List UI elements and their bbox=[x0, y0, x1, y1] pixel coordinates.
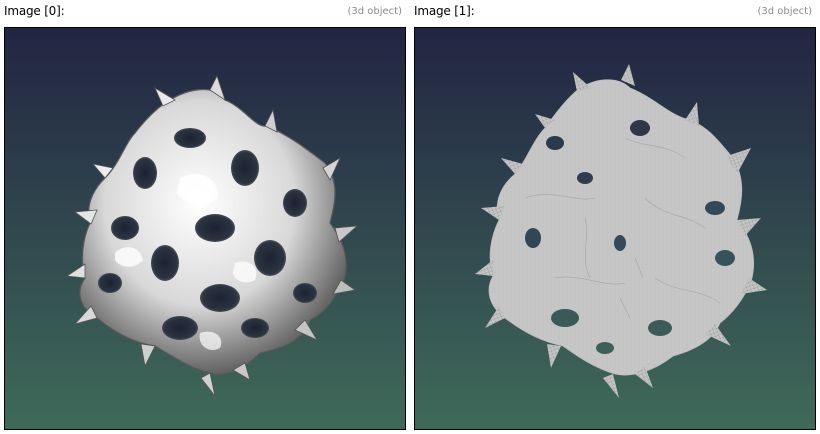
panel-header: Image [0]: (3d object) bbox=[2, 2, 406, 22]
3d-viewport-1[interactable] bbox=[414, 27, 816, 430]
gyroid-wireframe-render bbox=[415, 28, 815, 429]
panel-type-label: (3d object) bbox=[347, 6, 402, 17]
panel-title: Image [1]: bbox=[414, 4, 475, 18]
panel-header: Image [1]: (3d object) bbox=[412, 2, 816, 22]
panel-title: Image [0]: bbox=[4, 4, 65, 18]
image-panel-1: Image [1]: (3d object) bbox=[410, 0, 818, 434]
image-panel-0: Image [0]: (3d object) bbox=[0, 0, 408, 434]
gyroid-surface-render bbox=[5, 28, 405, 429]
3d-viewport-0[interactable] bbox=[4, 27, 406, 430]
panel-type-label: (3d object) bbox=[757, 6, 812, 17]
